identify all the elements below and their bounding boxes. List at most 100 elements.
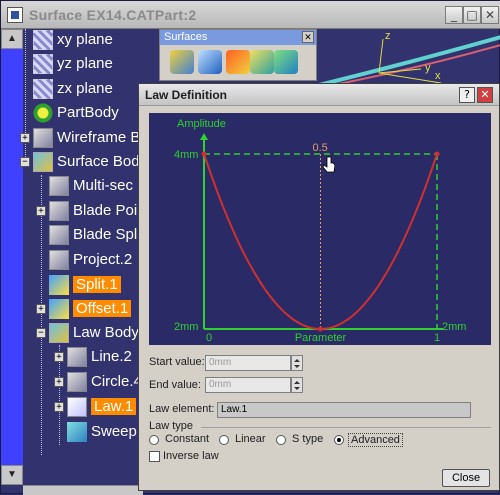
blade-icon xyxy=(49,201,69,222)
law-type-advanced-radio[interactable] xyxy=(334,435,344,445)
dialog-close-icon[interactable]: ✕ xyxy=(477,87,493,103)
tree-item-zx-plane[interactable]: zx plane xyxy=(33,78,113,100)
law-type-constant-radio[interactable] xyxy=(149,435,159,445)
expand-blade-points-icon[interactable]: + xyxy=(36,206,46,216)
tree-item-offset-1[interactable]: Offset.1 xyxy=(49,298,132,320)
line-icon xyxy=(67,347,87,368)
multisection-surface-icon[interactable] xyxy=(274,50,298,74)
dialog-title: Law Definition xyxy=(145,88,227,102)
split-icon xyxy=(49,275,69,296)
tree-item-wireframe[interactable]: Wireframe B xyxy=(33,127,140,149)
law-curve-point xyxy=(343,321,345,323)
dialog-title-bar[interactable]: Law Definition ? ✕ xyxy=(139,84,499,106)
law-curve-point xyxy=(389,265,392,267)
expand-circle-icon[interactable]: + xyxy=(54,377,64,387)
law-element-label: Law element: xyxy=(149,403,215,415)
law-curve-point xyxy=(296,321,298,323)
expand-line-icon[interactable]: + xyxy=(54,352,64,362)
inverse-law-checkbox[interactable] xyxy=(149,451,160,462)
circle-icon xyxy=(67,372,87,393)
close-button[interactable]: Close xyxy=(442,469,490,487)
expand-wireframe-icon[interactable]: + xyxy=(20,133,30,143)
y-min-label: 2mm xyxy=(174,321,198,333)
revolve-surface-icon[interactable] xyxy=(198,50,222,74)
curve-start-point xyxy=(201,151,207,157)
window-title: Surface EX14.CATPart:2 xyxy=(29,7,197,23)
end-value-field[interactable]: 0mm xyxy=(205,377,291,393)
law-type-s-type-radio[interactable] xyxy=(276,435,286,445)
law-curve-point xyxy=(412,216,415,218)
scroll-up-arrow-icon[interactable]: ▲ xyxy=(1,29,23,49)
tree-item-law-body[interactable]: Law Body xyxy=(49,322,139,344)
sweep-icon xyxy=(67,422,87,443)
tree-item-line-2[interactable]: Line.2 xyxy=(67,346,132,368)
scroll-down-arrow-icon[interactable]: ▼ xyxy=(1,465,23,485)
start-value-label: Start value: xyxy=(149,356,205,368)
end-value-spinner[interactable] xyxy=(291,377,303,393)
law-curve-point xyxy=(226,216,229,218)
tree-item-multisection[interactable]: Multi-sec xyxy=(49,175,133,197)
maximize-button[interactable]: □ xyxy=(463,6,481,24)
main-window: Surface EX14.CATPart:2 _ □ ✕ z y x ▲ ▼ x… xyxy=(0,0,500,495)
surface-icon xyxy=(33,152,53,173)
law-type-label: Law type xyxy=(149,420,194,432)
tree-item-blade-points[interactable]: Blade Poi xyxy=(49,200,137,222)
sweep-surface-icon[interactable] xyxy=(250,50,274,74)
tree-item-circle-4[interactable]: Circle.4 xyxy=(67,371,142,393)
tree-item-xy-plane[interactable]: xy plane xyxy=(33,29,113,51)
offset-surface-icon[interactable] xyxy=(226,50,250,74)
minimize-button[interactable]: _ xyxy=(445,6,463,24)
axis-y-label: y xyxy=(425,62,431,74)
law-element-field[interactable]: Law.1 xyxy=(217,402,471,418)
main-title-bar[interactable]: Surface EX14.CATPart:2 _ □ ✕ xyxy=(1,1,500,29)
toolbar-close-icon[interactable]: ✕ xyxy=(302,31,314,43)
law-type-s-type-label: S type xyxy=(292,433,324,445)
collapse-law-body-icon[interactable]: − xyxy=(36,328,46,338)
x-right-label: 2mm xyxy=(442,321,466,333)
expand-offset-icon[interactable]: + xyxy=(36,304,46,314)
y-max-label: 4mm xyxy=(174,149,198,161)
law-type-linear-radio[interactable] xyxy=(219,435,229,445)
offset-icon xyxy=(49,299,69,320)
tree-item-split-1[interactable]: Split.1 xyxy=(49,274,121,296)
plane-icon xyxy=(33,30,53,51)
tree-item-partbody[interactable]: PartBody xyxy=(33,102,119,124)
close-window-button[interactable]: ✕ xyxy=(481,6,499,24)
hand-cursor-icon xyxy=(322,156,336,173)
surfaces-toolbar: Surfaces ✕ xyxy=(159,29,317,81)
law-graph: Amplitude4mm2mm0 12mmParameter0.5 xyxy=(149,113,491,345)
tree-vertical-scrollbar[interactable]: ▲ ▼ xyxy=(1,29,23,485)
expand-law-icon[interactable]: + xyxy=(54,402,64,412)
y-axis-label: Amplitude xyxy=(177,118,226,130)
extrude-surface-icon[interactable] xyxy=(170,50,194,74)
tree-item-sweep[interactable]: Sweep xyxy=(67,421,137,443)
viewport-compass-icon: z y x xyxy=(311,30,500,89)
surface-icon xyxy=(49,323,69,344)
law-type-linear-label: Linear xyxy=(235,433,266,445)
collapse-surface-body-icon[interactable]: − xyxy=(20,157,30,167)
catia-app-icon xyxy=(7,7,23,23)
end-value-label: End value: xyxy=(149,379,201,391)
x-axis-label: Parameter xyxy=(295,332,347,344)
tree-item-project-2[interactable]: Project.2 xyxy=(49,249,132,271)
toolbar-title: Surfaces xyxy=(160,30,316,45)
gear-icon xyxy=(33,103,53,124)
start-value-field[interactable]: 0mm xyxy=(205,355,291,371)
tree-connector xyxy=(41,175,42,455)
x-min-label: 0 xyxy=(206,332,212,344)
law-type-advanced-label: Advanced xyxy=(348,433,403,447)
law-curve-point xyxy=(273,300,275,302)
tree-item-law-1[interactable]: Law.1 xyxy=(67,396,137,418)
law-curve-point xyxy=(366,300,368,302)
multisection-icon xyxy=(49,176,69,197)
tree-item-yz-plane[interactable]: yz plane xyxy=(33,53,113,75)
cursor-value-label: 0.5 xyxy=(313,142,328,154)
tree-item-surface-body[interactable]: Surface Bod xyxy=(33,151,140,173)
axis-z-label: z xyxy=(385,30,391,42)
help-button[interactable]: ? xyxy=(459,87,475,103)
tree-item-blade-spline[interactable]: Blade Spl xyxy=(49,224,137,246)
law-definition-dialog: Law Definition ? ✕ Amplitude 4mm 2mm 0 1 2mm P… xyxy=(138,83,500,491)
wireframe-icon xyxy=(33,128,53,149)
project-icon xyxy=(49,250,69,271)
start-value-spinner[interactable] xyxy=(291,355,303,371)
